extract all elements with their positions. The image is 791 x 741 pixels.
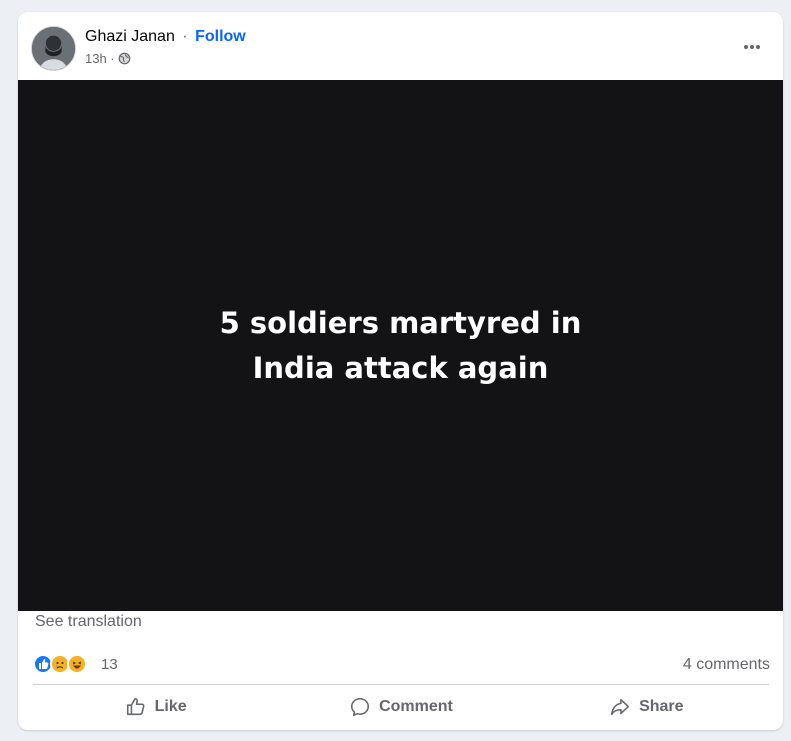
avatar-image bbox=[32, 27, 75, 70]
comment-button[interactable]: Comment bbox=[278, 689, 523, 725]
author-line: Ghazi Janan · Follow bbox=[85, 28, 246, 46]
globe-icon bbox=[118, 52, 131, 65]
see-translation-link[interactable]: See translation bbox=[35, 613, 142, 631]
reaction-count[interactable]: 13 bbox=[101, 656, 118, 673]
like-label: Like bbox=[154, 698, 187, 715]
separator-dot: · bbox=[182, 28, 188, 45]
avatar[interactable] bbox=[31, 26, 76, 71]
action-bar: Like Comment Share bbox=[33, 689, 769, 725]
thumbs-up-icon bbox=[126, 697, 145, 716]
post-header: Ghazi Janan · Follow 13h · bbox=[18, 12, 783, 80]
reactions-summary: 13 4 comments bbox=[33, 652, 770, 678]
follow-button[interactable]: Follow bbox=[195, 28, 246, 45]
media-caption: 5 soldiers martyred in India attack agai… bbox=[219, 305, 582, 385]
comment-icon bbox=[351, 697, 370, 717]
post-time[interactable]: 13h · bbox=[85, 51, 115, 66]
more-options-icon[interactable] bbox=[737, 32, 767, 62]
comments-count[interactable]: 4 comments bbox=[683, 656, 770, 674]
post-card: Ghazi Janan · Follow 13h · 5 soldiers ma bbox=[18, 12, 783, 730]
haha-icon bbox=[67, 654, 87, 674]
comment-label: Comment bbox=[379, 698, 453, 715]
post-meta: 13h · bbox=[85, 51, 131, 66]
post-media[interactable]: 5 soldiers martyred in India attack agai… bbox=[18, 80, 783, 611]
reaction-icons[interactable] bbox=[33, 654, 87, 674]
divider bbox=[33, 684, 769, 685]
share-icon bbox=[611, 698, 630, 716]
share-label: Share bbox=[639, 698, 684, 715]
like-button[interactable]: Like bbox=[33, 689, 278, 725]
share-button[interactable]: Share bbox=[524, 689, 769, 725]
author-name[interactable]: Ghazi Janan bbox=[85, 28, 175, 45]
